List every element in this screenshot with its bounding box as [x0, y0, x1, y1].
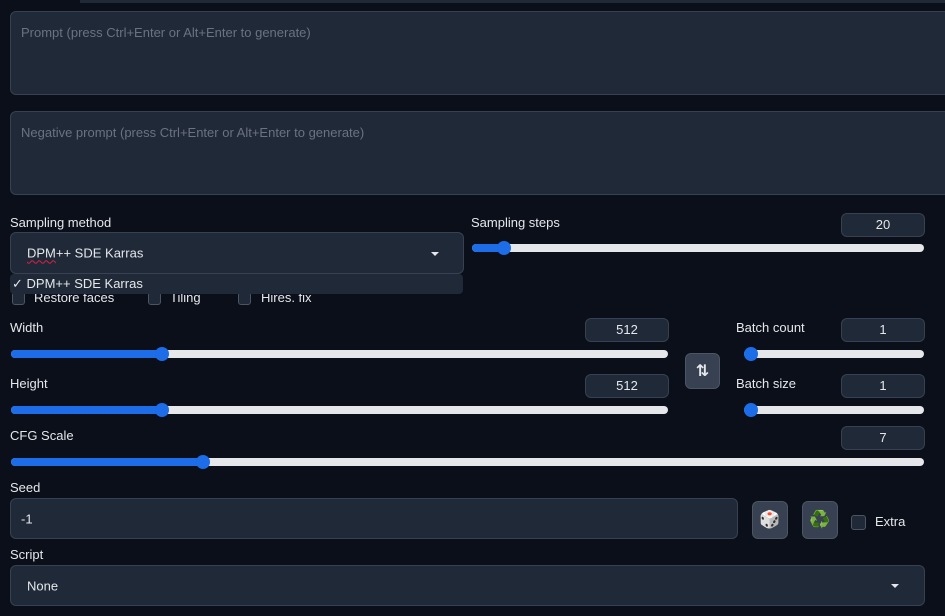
- dropdown-option-label: ✓ DPM++ SDE Karras: [12, 276, 143, 291]
- random-seed-button[interactable]: 🎲: [752, 501, 788, 539]
- width-input[interactable]: 512: [585, 318, 669, 342]
- slider-thumb[interactable]: [195, 455, 210, 469]
- recycle-icon: ♻️: [809, 510, 831, 529]
- prompt-input[interactable]: Prompt (press Ctrl+Enter or Alt+Enter to…: [10, 11, 945, 95]
- batch-size-input[interactable]: 1: [841, 374, 925, 398]
- seed-label: Seed: [10, 480, 41, 495]
- width-slider[interactable]: [11, 347, 668, 361]
- sampling-steps-input[interactable]: 20: [841, 213, 925, 237]
- script-label: Script: [10, 547, 44, 562]
- script-select[interactable]: None: [10, 565, 925, 606]
- batch-size-label: Batch size: [736, 376, 796, 391]
- batch-count-input[interactable]: 1: [841, 318, 925, 342]
- prompt-placeholder: Prompt (press Ctrl+Enter or Alt+Enter to…: [21, 25, 311, 40]
- seed-value: -1: [21, 511, 33, 526]
- sampling-method-select[interactable]: DPM++ SDE Karras: [10, 232, 464, 274]
- batch-count-label: Batch count: [736, 320, 805, 335]
- sampling-steps-slider[interactable]: [472, 241, 924, 255]
- sampling-method-value: DPM++ SDE Karras: [27, 245, 144, 261]
- slider-fill: [11, 350, 163, 358]
- sampling-method-label: Sampling method: [10, 215, 112, 230]
- cfg-scale-label: CFG Scale: [10, 428, 74, 443]
- cfg-scale-slider[interactable]: [11, 455, 924, 469]
- batch-size-slider[interactable]: [744, 403, 924, 417]
- negative-prompt-placeholder: Negative prompt (press Ctrl+Enter or Alt…: [21, 125, 365, 140]
- extra-checkbox[interactable]: [851, 515, 866, 530]
- cfg-scale-input[interactable]: 7: [841, 426, 925, 450]
- chevron-down-icon: [431, 252, 439, 256]
- slider-thumb[interactable]: [155, 403, 170, 417]
- height-input[interactable]: 512: [585, 374, 669, 398]
- height-slider[interactable]: [11, 403, 668, 417]
- chevron-down-icon: [891, 584, 899, 588]
- negative-prompt-input[interactable]: Negative prompt (press Ctrl+Enter or Alt…: [10, 111, 945, 195]
- reuse-seed-button[interactable]: ♻️: [802, 501, 838, 539]
- width-label: Width: [10, 320, 44, 335]
- swap-dimensions-button[interactable]: ⇅: [685, 353, 720, 389]
- slider-thumb[interactable]: [744, 347, 758, 361]
- seed-input[interactable]: -1: [10, 498, 738, 539]
- slider-fill: [11, 406, 163, 414]
- top-divider: [80, 0, 945, 3]
- sampling-steps-label: Sampling steps: [471, 215, 560, 230]
- extra-label: Extra: [875, 514, 906, 529]
- height-label: Height: [10, 376, 48, 391]
- sampling-method-dropdown-option[interactable]: ✓ DPM++ SDE Karras: [10, 274, 463, 294]
- slider-fill: [11, 458, 203, 466]
- slider-thumb[interactable]: [744, 403, 758, 417]
- slider-thumb[interactable]: [496, 241, 511, 255]
- batch-count-slider[interactable]: [744, 347, 924, 361]
- swap-icon: ⇅: [695, 363, 710, 380]
- slider-thumb[interactable]: [155, 347, 170, 361]
- script-value: None: [27, 578, 59, 593]
- dice-icon: 🎲: [759, 510, 781, 529]
